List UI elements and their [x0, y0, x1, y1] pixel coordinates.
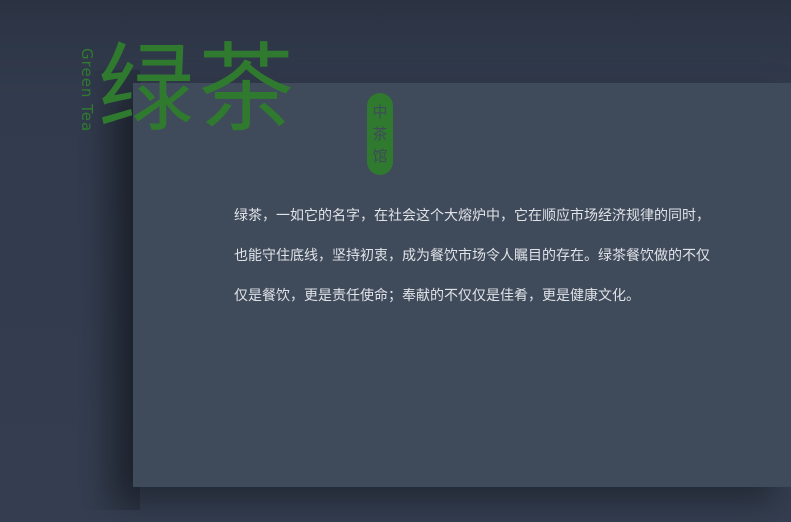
page-title: 绿茶: [98, 33, 298, 145]
seal-char-2: 茶: [372, 125, 388, 143]
seal-stamp: 中 茶 馆: [367, 93, 393, 175]
seal-char-3: 馆: [372, 147, 388, 165]
seal-char-1: 中: [372, 103, 388, 121]
description-line-1: 绿茶，一如它的名字，在社会这个大熔炉中，它在顺应市场经济规律的同时，: [234, 208, 710, 224]
description-line-3: 仅是餐饮，更是责任使命；奉献的不仅仅是佳肴，更是健康文化。: [234, 288, 640, 304]
description-text: 绿茶，一如它的名字，在社会这个大熔炉中，它在顺应市场经济规律的同时， 也能守住底…: [234, 196, 734, 316]
description-line-2: 也能守住底线，坚持初衷，成为餐饮市场令人瞩目的存在。绿茶餐饮做的不仅: [234, 248, 710, 264]
english-subtitle: Green Tea: [78, 48, 96, 133]
